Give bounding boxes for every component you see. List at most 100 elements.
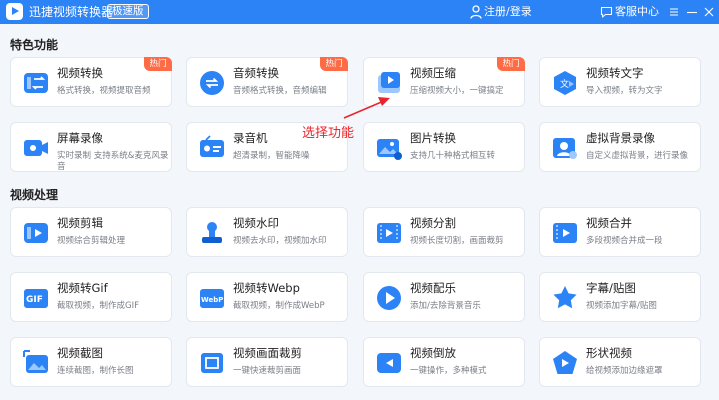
- card-virtual-background[interactable]: 虚拟背景录像 自定义虚拟背景，进行录像: [539, 122, 701, 172]
- card-watermark[interactable]: 视频水印 视频去水印，视频加水印: [186, 207, 348, 257]
- gif-icon: GIF: [22, 284, 50, 312]
- card-subtitle-sticker[interactable]: 字幕/贴图 视频添加字幕/贴图: [539, 272, 701, 322]
- card-gif[interactable]: GIF 视频转Gif 截取视频，制作成GIF: [10, 272, 172, 322]
- card-name: 视频合并: [586, 216, 632, 230]
- card-desc: 截取视频，制作成WebP: [233, 301, 325, 311]
- webp-icon: WebP: [198, 284, 226, 312]
- card-video-merge[interactable]: 视频合并 多段视频合并成一段: [539, 207, 701, 257]
- card-audio-convert[interactable]: 音频转换 音频格式转换，音频编辑 热门: [186, 57, 348, 107]
- annotation-text: 选择功能: [302, 126, 355, 141]
- annotation-arrow-icon: [343, 97, 390, 119]
- card-name: 图片转换: [410, 131, 456, 145]
- app-logo-icon: [6, 3, 23, 20]
- card-desc: 一键操作，多种模式: [410, 366, 487, 376]
- card-video-convert[interactable]: 视频转换 格式转换，视频提取音频 热门: [10, 57, 172, 107]
- card-name: 视频分割: [410, 216, 456, 230]
- card-desc: 视频长度切割，画面裁剪: [410, 236, 504, 246]
- menu-icon: [670, 8, 678, 16]
- card-desc: 添加/去除背景音乐: [410, 301, 481, 311]
- title-bar: 迅捷视频转换器 极速版 注册/登录 客服中心: [0, 0, 719, 24]
- video-merge-icon: [551, 219, 579, 247]
- card-webp[interactable]: WebP 视频转Webp 截取视频，制作成WebP: [186, 272, 348, 322]
- hot-badge: 热门: [320, 57, 348, 71]
- card-name: 虚拟背景录像: [586, 131, 655, 145]
- card-video-split[interactable]: 视频分割 视频长度切割，画面裁剪: [363, 207, 525, 257]
- card-name: 视频配乐: [410, 281, 456, 295]
- card-desc: 压缩视频大小，一键搞定: [410, 86, 504, 96]
- card-desc: 音频格式转换，音频编辑: [233, 86, 327, 96]
- card-screen-record[interactable]: 屏幕录像 实时录制 支持系统&麦克风录音: [10, 122, 172, 172]
- card-name: 视频水印: [233, 216, 279, 230]
- card-desc: 导入视频，转为文字: [586, 86, 663, 96]
- edition-badge: 极速版: [107, 4, 149, 19]
- svg-text:WebP: WebP: [201, 296, 223, 304]
- card-desc: 格式转换，视频提取音频: [57, 86, 151, 96]
- card-desc: 自定义虚拟背景，进行录像: [586, 151, 689, 161]
- card-name: 音频转换: [233, 66, 279, 80]
- login-button[interactable]: 注册/登录: [484, 5, 532, 19]
- card-desc: 视频去水印，视频加水印: [233, 236, 327, 246]
- card-name: 视频画面裁剪: [233, 346, 302, 360]
- card-screenshot[interactable]: 视频截图 连续截图，制作长图: [10, 337, 172, 387]
- card-name: 字幕/贴图: [586, 281, 636, 295]
- reverse-icon: [375, 349, 403, 377]
- card-name: 视频压缩: [410, 66, 456, 80]
- svg-text:GIF: GIF: [26, 295, 43, 305]
- menu-button[interactable]: [665, 2, 683, 22]
- card-name: 视频转Webp: [233, 281, 300, 295]
- card-desc: 实时录制 支持系统&麦克风录音: [57, 151, 169, 172]
- card-desc: 超清录制，智能降噪: [233, 151, 310, 161]
- recorder-icon: [198, 134, 226, 162]
- card-desc: 支持几十种格式相互转: [410, 151, 496, 161]
- section-title-featured: 特色功能: [10, 38, 59, 52]
- shape-video-icon: [551, 349, 579, 377]
- video-split-icon: [375, 219, 403, 247]
- card-name: 视频剪辑: [57, 216, 103, 230]
- close-icon: [704, 7, 714, 17]
- image-convert-icon: [375, 134, 403, 162]
- card-video-to-text[interactable]: 文 视频转文字 导入视频，转为文字: [539, 57, 701, 107]
- screenshot-icon: [22, 349, 50, 377]
- subtitle-sticker-icon: [551, 284, 579, 312]
- card-name: 视频转文字: [586, 66, 644, 80]
- video-edit-icon: [22, 219, 50, 247]
- card-name: 形状视频: [586, 346, 632, 360]
- hot-badge: 热门: [144, 57, 172, 71]
- app-title: 迅捷视频转换器: [29, 5, 114, 19]
- card-name: 视频转换: [57, 66, 103, 80]
- card-desc: 连续截图，制作长图: [57, 366, 134, 376]
- customer-service-button[interactable]: 客服中心: [615, 5, 659, 19]
- card-desc: 给视频添加边缘遮罩: [586, 366, 663, 376]
- card-desc: 一键快速裁剪画面: [233, 366, 302, 376]
- minimize-button[interactable]: [683, 2, 701, 22]
- card-shape-video[interactable]: 形状视频 给视频添加边缘遮罩: [539, 337, 701, 387]
- card-desc: 视频添加字幕/贴图: [586, 301, 657, 311]
- video-to-text-icon: 文: [551, 69, 579, 97]
- music-icon: [375, 284, 403, 312]
- card-video-edit[interactable]: 视频剪辑 视频综合剪辑处理: [10, 207, 172, 257]
- minimize-icon: [687, 11, 697, 14]
- card-desc: 截取视频，制作成GIF: [57, 301, 139, 311]
- card-name: 视频倒放: [410, 346, 456, 360]
- svg-text:文: 文: [560, 78, 569, 90]
- card-image-convert[interactable]: 图片转换 支持几十种格式相互转: [363, 122, 525, 172]
- user-icon[interactable]: [470, 5, 482, 19]
- card-name: 视频截图: [57, 346, 103, 360]
- card-desc: 多段视频合并成一段: [586, 236, 663, 246]
- card-reverse[interactable]: 视频倒放 一键操作，多种模式: [363, 337, 525, 387]
- crop-icon: [198, 349, 226, 377]
- card-name: 屏幕录像: [57, 131, 103, 145]
- card-crop[interactable]: 视频画面裁剪 一键快速裁剪画面: [186, 337, 348, 387]
- virtual-background-icon: [551, 134, 579, 162]
- audio-convert-icon: [198, 69, 226, 97]
- hot-badge: 热门: [497, 57, 525, 71]
- card-name: 视频转Gif: [57, 281, 108, 295]
- screen-record-icon: [22, 134, 50, 162]
- watermark-icon: [198, 219, 226, 247]
- chat-bubble-icon[interactable]: [600, 5, 613, 18]
- close-button[interactable]: [700, 2, 718, 22]
- card-desc: 视频综合剪辑处理: [57, 236, 126, 246]
- section-title-video-processing: 视频处理: [10, 188, 59, 202]
- card-music[interactable]: 视频配乐 添加/去除背景音乐: [363, 272, 525, 322]
- video-convert-icon: [22, 69, 50, 97]
